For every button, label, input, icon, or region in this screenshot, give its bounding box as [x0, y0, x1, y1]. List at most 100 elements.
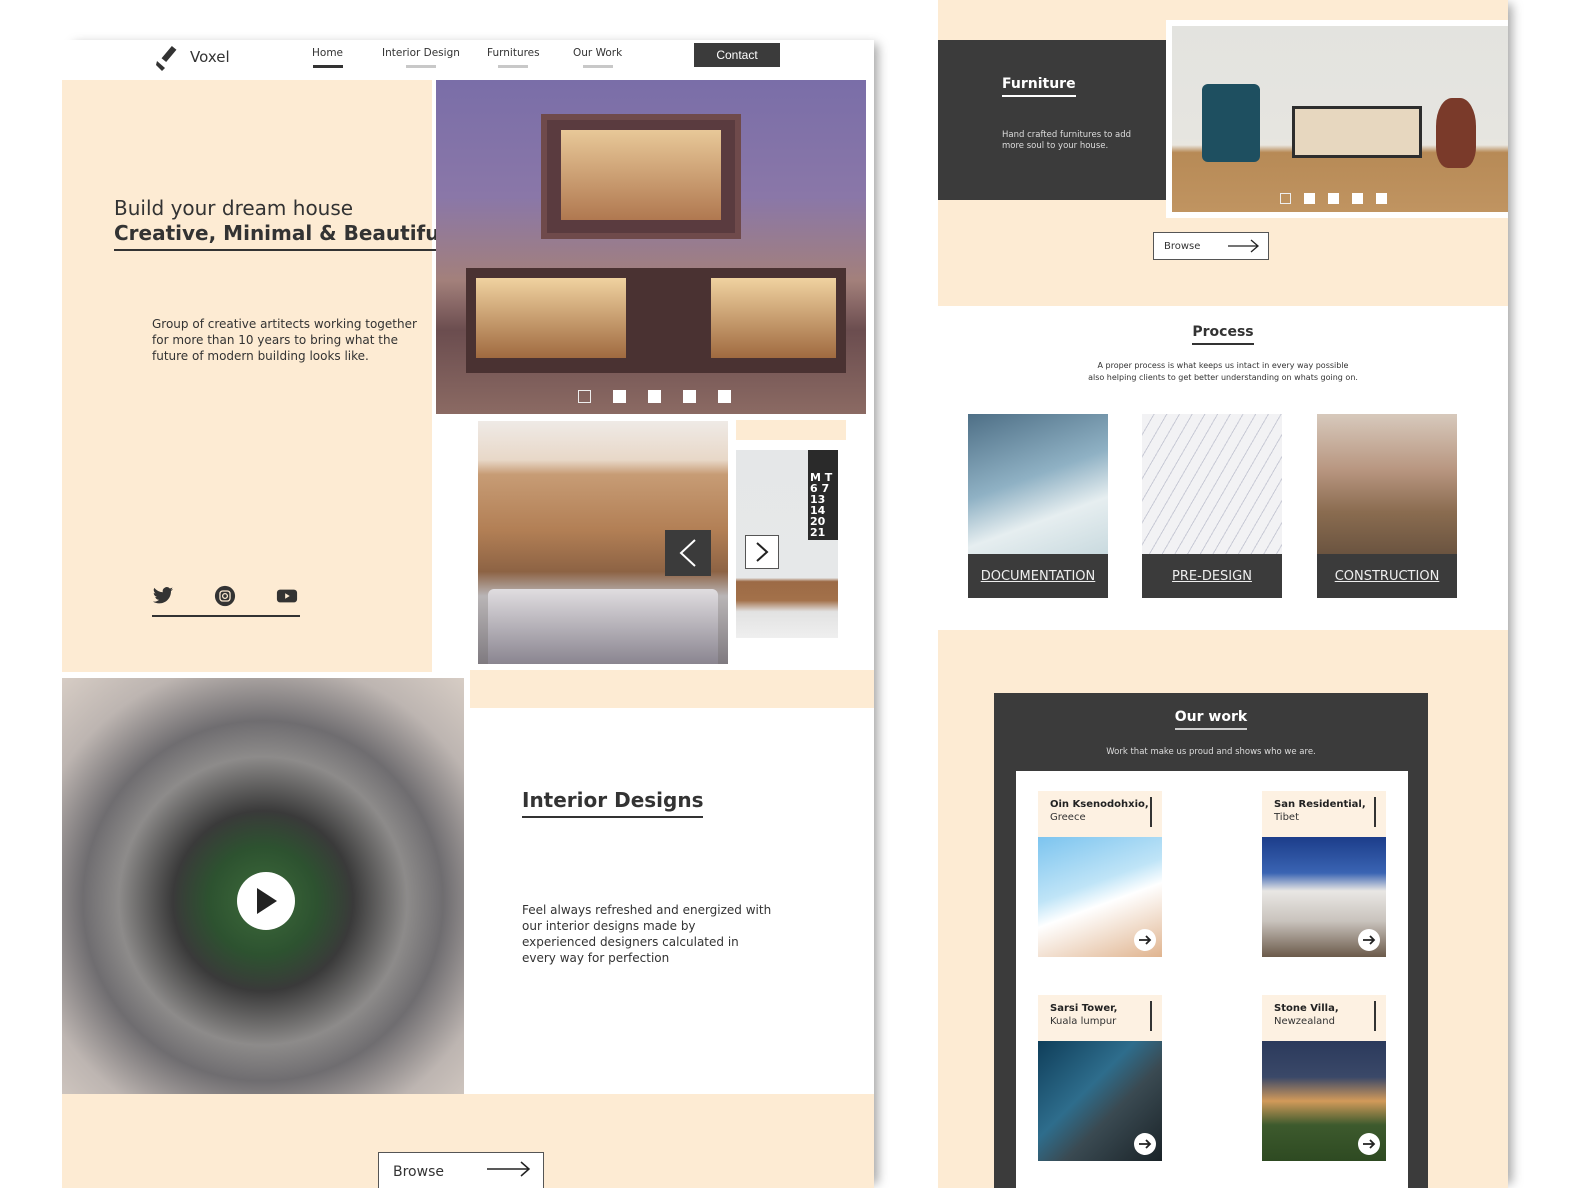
furniture-title: Furniture [1002, 76, 1076, 97]
project-location: Kuala lumpur [1050, 1016, 1117, 1027]
hero-description: Group of creative artitects working toge… [152, 317, 417, 363]
contact-button[interactable]: Contact [694, 43, 780, 67]
arrow-right-icon [1228, 239, 1259, 253]
nav-interior-design[interactable]: Interior Design [382, 47, 460, 68]
nav-label: Our Work [573, 47, 623, 59]
carousel-dot[interactable] [683, 390, 696, 403]
our-work-title: Our work [994, 709, 1428, 730]
arrow-circle-icon[interactable] [1134, 929, 1156, 951]
project-name: Sarsi Tower, [1050, 1003, 1118, 1014]
interior-designs-title: Interior Designs [522, 788, 704, 818]
process-description-line: A proper process is what keeps us intact… [1097, 361, 1349, 370]
caption-divider [1374, 797, 1376, 827]
twitter-icon[interactable] [152, 585, 174, 607]
our-work-description: Work that make us proud and shows who we… [1106, 747, 1316, 757]
pre-design-image [1142, 414, 1282, 554]
caption-divider [1150, 797, 1152, 827]
side-backdrop [736, 420, 846, 440]
process-step-label[interactable]: CONSTRUCTION [1317, 554, 1457, 598]
nav-indicator [582, 65, 613, 68]
project-image [1038, 1041, 1162, 1161]
interior-browse-button[interactable]: Browse [378, 1152, 544, 1188]
caption-divider [1150, 1001, 1152, 1031]
project-image [1262, 1041, 1386, 1161]
furniture-description: Hand crafted furnitures to add more soul… [1002, 130, 1132, 151]
browse-label: Browse [393, 1164, 444, 1180]
nav-indicator [312, 65, 343, 68]
instagram-icon[interactable] [214, 585, 236, 607]
arrow-circle-icon[interactable] [1358, 929, 1380, 951]
nav-label: Home [312, 47, 344, 59]
our-work-title-text: Our work [1174, 709, 1248, 730]
trowel-logo-icon [156, 45, 177, 71]
bed [488, 589, 718, 664]
house-lower-floor [466, 268, 846, 373]
furniture-browse-button[interactable]: Browse [1153, 232, 1269, 260]
carousel-dot[interactable] [1328, 193, 1339, 204]
carousel-dot[interactable] [1352, 193, 1363, 204]
caption-divider [1374, 1001, 1376, 1031]
gallery-backdrop [470, 670, 874, 708]
project-caption: Sarsi Tower, Kuala lumpur [1038, 995, 1162, 1041]
project-card[interactable]: Sarsi Tower, Kuala lumpur [1038, 995, 1162, 1161]
construction-image [1317, 414, 1457, 554]
nav-label: Furnitures [487, 47, 540, 59]
interior-designs-description: Feel always refreshed and energized with… [522, 903, 772, 965]
process-step-construction[interactable]: CONSTRUCTION [1317, 414, 1457, 598]
house-window [711, 278, 836, 358]
browse-label: Browse [1164, 240, 1201, 252]
play-button[interactable] [237, 872, 295, 930]
carousel-dot[interactable] [648, 390, 661, 403]
process-step-label[interactable]: DOCUMENTATION [968, 554, 1108, 598]
furniture-image [1172, 26, 1508, 212]
arrow-right-icon [487, 1161, 531, 1177]
nav-our-work[interactable]: Our Work [573, 47, 622, 68]
chevron-left-icon [679, 539, 696, 567]
carousel-prev-button[interactable] [665, 530, 711, 576]
furniture-carousel-dots [1280, 193, 1387, 204]
carousel-dot[interactable] [1304, 193, 1315, 204]
project-image [1262, 837, 1386, 957]
arrow-circle-icon[interactable] [1358, 1133, 1380, 1155]
process-description: A proper process is what keeps us intact… [938, 360, 1508, 384]
carousel-dot[interactable] [1280, 193, 1291, 204]
social-links [152, 585, 300, 617]
arrow-circle-icon[interactable] [1134, 1133, 1156, 1155]
youtube-icon[interactable] [276, 585, 298, 607]
project-card[interactable]: Oin Ksenodohxio, Greece [1038, 791, 1162, 957]
project-card[interactable]: San Residential, Tibet [1262, 791, 1386, 957]
furniture-info-panel [938, 40, 1166, 200]
hero-carousel-dots [578, 390, 731, 403]
carousel-dot[interactable] [1376, 193, 1387, 204]
project-caption: San Residential, Tibet [1262, 791, 1386, 837]
project-card[interactable]: Stone Villa, Newzealand [1262, 995, 1386, 1161]
carousel-dot[interactable] [613, 390, 626, 403]
projects-grid: Oin Ksenodohxio, Greece San Residential,… [1016, 771, 1408, 1188]
process-step-pre-design[interactable]: PRE-DESIGN [1142, 414, 1282, 598]
nav-label: Interior Design [382, 47, 460, 59]
landing-page-left: Voxel Home Interior Design Furnitures Ou… [62, 40, 874, 1188]
process-step-documentation[interactable]: DOCUMENTATION [968, 414, 1108, 598]
carousel-dot[interactable] [578, 390, 591, 403]
carousel-dot[interactable] [718, 390, 731, 403]
design-mockup-canvas: Voxel Home Interior Design Furnitures Ou… [0, 0, 1584, 1188]
carousel-next-button[interactable] [745, 535, 779, 569]
hero-house-image [436, 80, 866, 414]
process-title: Process [938, 324, 1508, 345]
nav-indicator [498, 65, 529, 68]
nav-home[interactable]: Home [312, 47, 343, 68]
our-work-panel: Our work Work that make us proud and sho… [994, 693, 1428, 1188]
process-step-label[interactable]: PRE-DESIGN [1142, 554, 1282, 598]
chevron-right-icon [756, 542, 769, 562]
project-name: Oin Ksenodohxio, [1050, 799, 1149, 810]
play-icon [257, 888, 277, 914]
project-caption: Stone Villa, Newzealand [1262, 995, 1386, 1041]
brand-name[interactable]: Voxel [190, 48, 230, 66]
project-location: Greece [1050, 812, 1086, 823]
nav-indicator [405, 65, 436, 68]
project-location: Tibet [1274, 812, 1299, 823]
nav-furnitures[interactable]: Furnitures [487, 47, 540, 68]
project-image [1038, 837, 1162, 957]
house-window [561, 130, 721, 220]
vase [1436, 98, 1476, 168]
